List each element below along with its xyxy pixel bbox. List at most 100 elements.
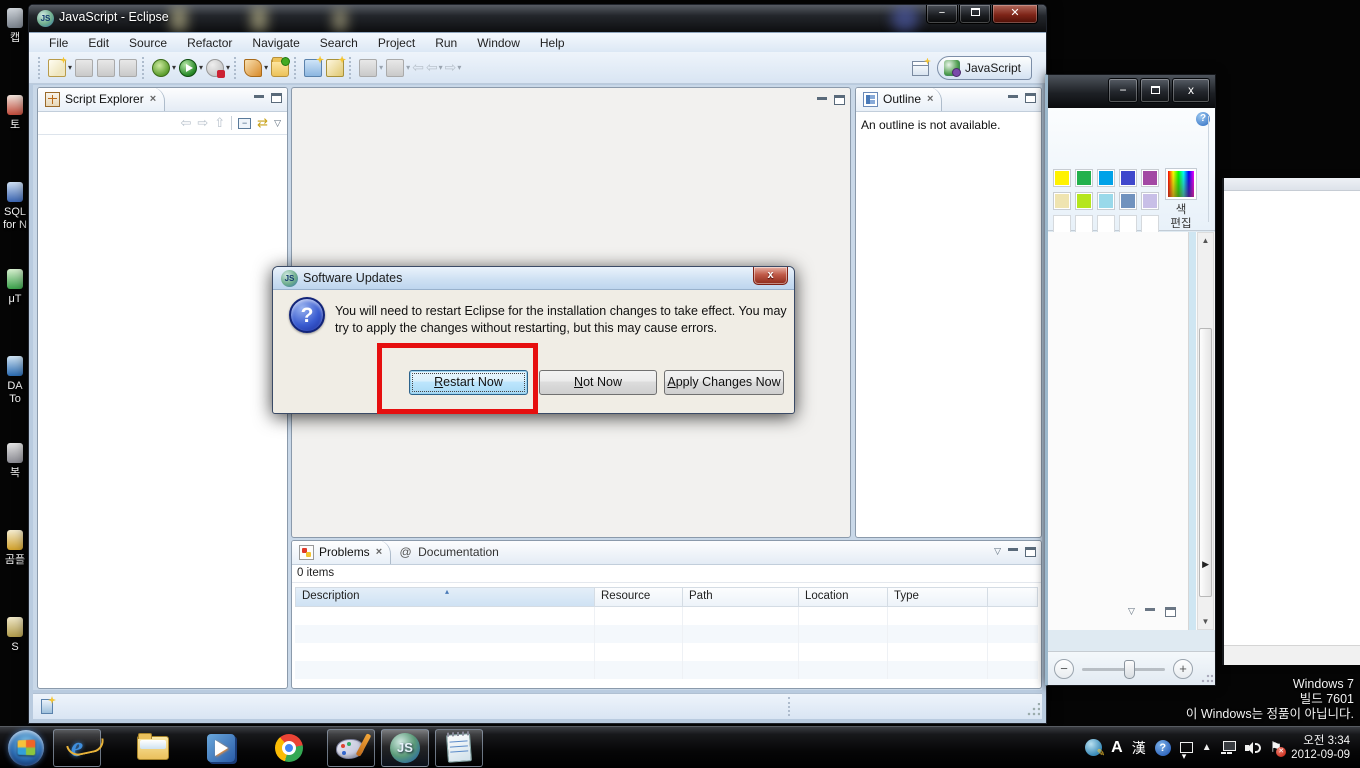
empty-color-slot[interactable] <box>1053 215 1071 233</box>
annotate-icon[interactable] <box>244 58 263 77</box>
forward-icon[interactable]: ⇨ <box>197 115 208 131</box>
wizard-icon[interactable] <box>326 58 345 77</box>
desktop-icon[interactable]: 곰플 <box>0 530 30 567</box>
dropdown-arrow-icon[interactable]: ▾ <box>226 63 230 72</box>
close-button[interactable]: ✕ <box>992 5 1038 24</box>
color-swatch[interactable] <box>1119 192 1137 210</box>
link-editor-icon[interactable]: ⇄ <box>257 115 268 131</box>
new-folder-icon[interactable] <box>304 58 323 77</box>
back-disabled-icon[interactable]: ⇦ <box>412 59 424 76</box>
minimize-view-icon[interactable] <box>254 94 264 98</box>
column-resource[interactable]: Resource <box>595 587 683 607</box>
menu-refactor[interactable]: Refactor <box>177 36 242 50</box>
back-icon[interactable]: ⇦ <box>180 115 191 131</box>
not-now-button[interactable]: Not Now <box>539 370 657 395</box>
open-perspective-icon[interactable] <box>911 60 929 76</box>
desktop-icon[interactable]: SQL for N <box>0 182 30 232</box>
minimize-button[interactable]: − <box>926 5 958 24</box>
column-path[interactable]: Path <box>683 587 799 607</box>
desktop-icon[interactable]: 캡 <box>0 8 30 45</box>
color-swatch[interactable] <box>1141 169 1159 187</box>
column-description[interactable]: ▴ Description <box>295 587 595 607</box>
ime-help-icon[interactable]: ? <box>1154 739 1171 756</box>
tab-close-icon[interactable]: × <box>150 93 156 105</box>
taskbar-internet-explorer[interactable]: e <box>53 728 101 767</box>
dropdown-arrow-icon[interactable]: ▾ <box>199 63 203 72</box>
paint-titlebar[interactable]: − x <box>1048 75 1215 108</box>
volume-icon[interactable] <box>1244 741 1261 755</box>
start-button[interactable] <box>8 729 44 766</box>
menu-project[interactable]: Project <box>368 36 425 50</box>
pane-arrow-icon[interactable]: ▶ <box>1202 559 1209 570</box>
status-fastview-icon[interactable] <box>41 699 53 714</box>
last-edit-location-icon[interactable] <box>359 58 378 77</box>
tab-problems[interactable]: Problems × <box>292 541 392 564</box>
dialog-close-button[interactable]: x <box>753 267 788 285</box>
dropdown-arrow-icon[interactable]: ▾ <box>264 63 268 72</box>
dropdown-arrow-icon[interactable]: ▾ <box>457 63 461 72</box>
dropdown-arrow-icon[interactable]: ▾ <box>379 63 383 72</box>
zoom-out-button[interactable]: − <box>1054 659 1074 679</box>
taskbar-notepad[interactable] <box>435 728 483 767</box>
desktop-icon[interactable]: S <box>0 617 30 654</box>
taskbar-paint[interactable] <box>327 728 375 767</box>
taskbar-eclipse-js[interactable]: JS <box>381 728 429 767</box>
eclipse-titlebar[interactable]: JS JavaScript - Eclipse − ✕ <box>29 5 1046 32</box>
scroll-down-icon[interactable]: ▼ <box>1198 617 1213 626</box>
new-wizard-icon[interactable] <box>48 58 66 77</box>
up-icon[interactable]: ⇧ <box>214 115 225 131</box>
minimize-view-icon[interactable] <box>1008 94 1018 98</box>
minimize-button[interactable]: − <box>1108 78 1138 103</box>
scrollbar-thumb[interactable] <box>1199 328 1212 597</box>
debug-icon[interactable] <box>152 58 171 77</box>
empty-color-slot[interactable] <box>1075 215 1093 233</box>
maximize-button[interactable] <box>959 5 991 24</box>
empty-color-slot[interactable] <box>1119 215 1137 233</box>
color-swatch[interactable] <box>1097 169 1115 187</box>
dropdown-arrow-icon[interactable]: ▾ <box>68 63 72 72</box>
vertical-scrollbar[interactable]: ▲ ▼ <box>1197 232 1214 630</box>
apply-changes-now-button[interactable]: Apply Changes Now <box>664 370 784 395</box>
maximize-view-icon[interactable] <box>1164 606 1176 617</box>
scroll-up-icon[interactable]: ▲ <box>1198 236 1213 245</box>
maximize-view-icon[interactable] <box>1025 93 1036 103</box>
background-window[interactable] <box>1222 178 1360 665</box>
desktop-icon[interactable]: DA To <box>0 356 30 406</box>
menu-window[interactable]: Window <box>467 36 530 50</box>
maximize-view-icon[interactable] <box>834 95 845 105</box>
run-icon[interactable] <box>179 58 198 77</box>
tab-close-icon[interactable]: × <box>376 546 382 558</box>
go-into-icon[interactable] <box>386 58 405 77</box>
dialog-titlebar[interactable]: JS Software Updates x <box>273 267 794 290</box>
ime-english-icon[interactable]: A <box>1111 739 1123 757</box>
external-tools-icon[interactable] <box>206 58 226 78</box>
action-center-icon[interactable]: ⚑ ✕ <box>1270 739 1287 757</box>
edit-colors-button[interactable]: 색 편집 <box>1160 168 1202 231</box>
save-icon[interactable] <box>75 58 94 77</box>
minimize-view-icon[interactable] <box>1008 548 1018 551</box>
color-swatch[interactable] <box>1097 192 1115 210</box>
perspective-javascript-button[interactable]: JavaScript <box>936 56 1032 80</box>
tab-documentation[interactable]: @ Documentation <box>391 541 507 564</box>
empty-color-slot[interactable] <box>1097 215 1115 233</box>
taskbar-media-player[interactable] <box>201 729 241 767</box>
collapse-all-icon[interactable]: − <box>238 117 252 129</box>
zoom-in-button[interactable]: + <box>1173 659 1193 679</box>
desktop-icon[interactable]: μT <box>0 269 30 306</box>
view-menu-icon[interactable]: ▽ <box>1128 606 1135 617</box>
menu-file[interactable]: File <box>39 36 78 50</box>
maximize-button[interactable] <box>1140 78 1170 103</box>
color-swatch[interactable] <box>1119 169 1137 187</box>
dropdown-arrow-icon[interactable]: ▾ <box>406 63 410 72</box>
ime-hanja-icon[interactable]: 漢 <box>1132 738 1146 758</box>
minimize-view-icon[interactable] <box>817 96 827 100</box>
view-menu-icon[interactable]: ▽ <box>274 118 281 129</box>
forward-icon[interactable]: ⇨ <box>445 59 457 76</box>
tab-close-icon[interactable]: × <box>927 93 933 105</box>
maximize-view-icon[interactable] <box>1025 546 1036 557</box>
taskbar-windows-explorer[interactable] <box>133 729 173 767</box>
tab-script-explorer[interactable]: Script Explorer × <box>38 88 166 111</box>
column-type[interactable]: Type <box>888 587 988 607</box>
open-resource-icon[interactable] <box>271 56 291 77</box>
empty-color-slot[interactable] <box>1141 215 1159 233</box>
